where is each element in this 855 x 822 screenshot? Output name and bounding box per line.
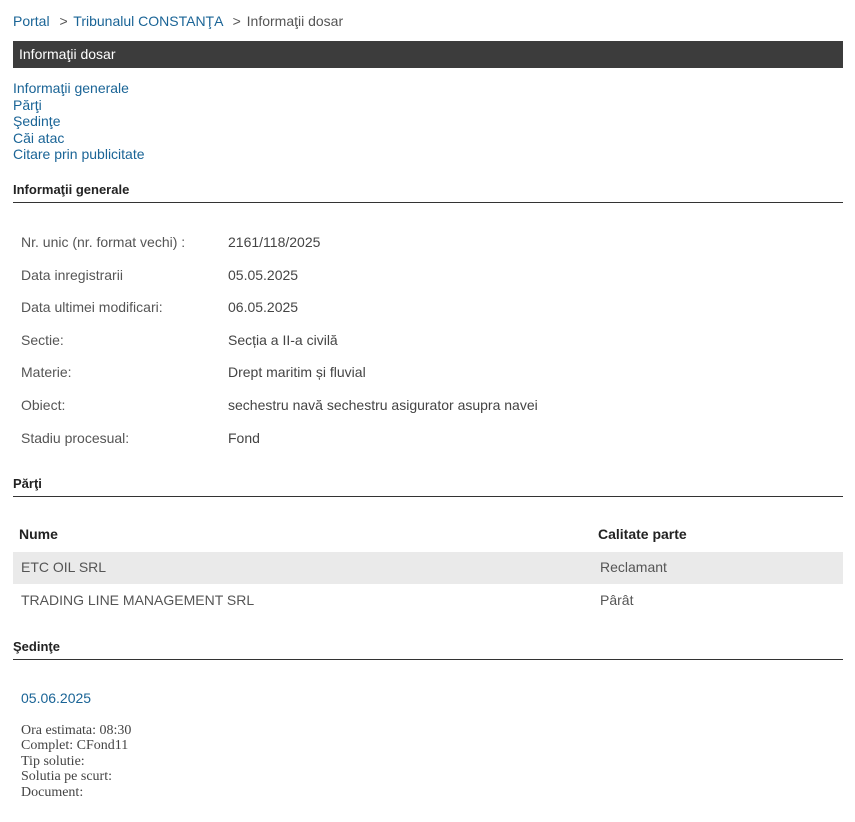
hearing-solution-type: Tip solutie: [21, 753, 85, 769]
hearing-details: Ora estimata: 08:30 Complet: CFond11 Tip… [21, 723, 131, 800]
breadcrumb-current: Informaţii dosar [246, 13, 344, 29]
breadcrumb-separator: > [59, 13, 68, 29]
party-name: ETC OIL SRL [21, 559, 107, 575]
info-value-last-modified: 06.05.2025 [228, 299, 299, 316]
section-heading-sedinte: Şedinţe [13, 639, 843, 660]
party-role: Reclamant [600, 559, 667, 575]
info-value-registration-date: 05.05.2025 [228, 266, 299, 283]
info-value-object: sechestru navă sechestru asigurator asup… [228, 396, 538, 413]
column-header-name: Nume [19, 526, 58, 542]
hearing-document: Document: [21, 784, 84, 800]
info-value-case-number: 2161/118/2025 [228, 234, 321, 250]
party-role: Pârât [600, 592, 634, 608]
info-label: Obiect: [21, 396, 66, 413]
party-name: TRADING LINE MANAGEMENT SRL [21, 592, 255, 608]
info-label: Sectie: [21, 331, 64, 348]
anchor-link-cai-atac[interactable]: Căi atac [13, 130, 64, 146]
hearing-estimated-time: Ora estimata: 08:30 [21, 723, 132, 738]
info-label: Data ultimei modificari: [21, 299, 163, 316]
info-label: Data inregistrarii [21, 266, 123, 283]
anchor-link-sedinte[interactable]: Şedinţe [13, 113, 60, 129]
info-label: Stadiu procesual: [21, 429, 130, 446]
section-heading-parti: Părţi [13, 476, 843, 497]
column-header-role: Calitate parte [598, 526, 687, 542]
info-label: Nr. unic (nr. format vechi) : [21, 234, 186, 250]
section-anchor-nav: Informaţii generale Părţi Şedinţe Căi at… [13, 80, 145, 163]
info-value-section: Secția a II-a civilă [228, 331, 338, 348]
breadcrumb-court-link[interactable]: Tribunalul CONSTANŢA [73, 13, 222, 29]
breadcrumb-portal-link[interactable]: Portal [13, 13, 50, 29]
hearing-solution-summary: Solutia pe scurt: [21, 769, 112, 785]
page-title: Informaţii dosar [13, 41, 843, 68]
info-value-procedural-stage: Fond [228, 429, 260, 446]
section-heading-informatii-generale: Informaţii generale [13, 182, 843, 203]
hearing-panel: Complet: CFond11 [21, 738, 129, 754]
parties-table-header: Nume Calitate parte [13, 520, 843, 548]
info-value-matter: Drept maritim și fluvial [228, 364, 366, 381]
anchor-link-citare-publicitate[interactable]: Citare prin publicitate [13, 146, 145, 162]
breadcrumb: Portal > Tribunalul CONSTANŢA > Informaţ… [13, 13, 343, 29]
table-row: TRADING LINE MANAGEMENT SRL Pârât [13, 585, 843, 617]
hearing-date: 05.06.2025 [21, 690, 92, 706]
info-label: Materie: [21, 364, 72, 381]
table-row: ETC OIL SRL Reclamant [13, 552, 843, 584]
breadcrumb-separator: > [232, 13, 241, 29]
anchor-link-informatii-generale[interactable]: Informaţii generale [13, 80, 129, 96]
anchor-link-parti[interactable]: Părţi [13, 97, 42, 113]
